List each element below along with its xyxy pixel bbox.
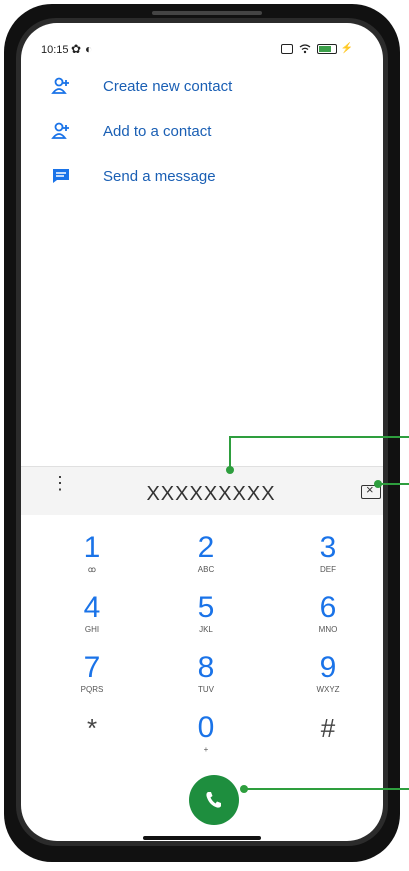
key-letters: + — [203, 745, 209, 754]
key-letters: TUV — [198, 685, 214, 694]
key-digit: * — [86, 713, 98, 743]
dialed-number[interactable]: XXXXXXXXX — [111, 483, 311, 506]
gesture-navigation-bar[interactable] — [143, 836, 261, 840]
add-person-icon — [51, 77, 69, 94]
overflow-menu-icon[interactable]: ⋮ — [51, 474, 69, 492]
key-2[interactable]: 2 ABC — [176, 533, 236, 575]
callout-line-number-horizontal — [229, 436, 409, 438]
key-5[interactable]: 5 JKL — [176, 593, 236, 635]
key-9[interactable]: 9 WXYZ — [298, 653, 358, 695]
key-digit: 9 — [319, 651, 337, 684]
callout-line-call — [243, 788, 409, 790]
key-digit: 4 — [83, 591, 101, 624]
screen: 10:15 ✿ ◐ ⚡ Create new contact Add to a … — [21, 23, 383, 841]
key-letters: DEF — [320, 565, 336, 574]
suggested-actions: Create new contact Add to a contact Send… — [21, 68, 383, 203]
callout-dot-number — [226, 466, 234, 474]
add-person-icon — [51, 122, 69, 139]
callout-line-number-vertical — [229, 436, 231, 469]
send-message-action[interactable]: Send a message — [21, 158, 383, 203]
action-label: Send a message — [103, 168, 216, 185]
key-digit: 8 — [197, 651, 215, 684]
key-digit: 1 — [83, 531, 101, 564]
key-digit: 0 — [197, 711, 215, 744]
key-star[interactable]: * — [62, 713, 122, 743]
wifi-icon — [299, 43, 310, 53]
key-digit: 2 — [197, 531, 215, 564]
key-3[interactable]: 3 DEF — [298, 533, 358, 575]
key-digit: 7 — [83, 651, 101, 684]
key-digit: # — [320, 713, 336, 743]
speaker-grille — [152, 11, 262, 15]
key-letters: GHI — [84, 625, 100, 634]
key-digit: 5 — [197, 591, 215, 624]
callout-dot-backspace — [374, 480, 382, 488]
key-7[interactable]: 7 PQRS — [62, 653, 122, 695]
key-letters: JKL — [199, 625, 213, 634]
status-bar: 10:15 ✿ ◐ ⚡ — [21, 23, 383, 56]
key-digit: 6 — [319, 591, 337, 624]
action-label: Create new contact — [103, 78, 233, 95]
settings-icon: ✿ — [71, 42, 82, 56]
create-new-contact-action[interactable]: Create new contact — [21, 68, 383, 113]
key-6[interactable]: 6 MNO — [298, 593, 358, 635]
status-time: 10:15 — [41, 44, 69, 56]
call-button[interactable] — [189, 775, 239, 825]
key-letters: ABC — [197, 565, 215, 574]
key-4[interactable]: 4 GHI — [62, 593, 122, 635]
phone-frame: 10:15 ✿ ◐ ⚡ Create new contact Add to a … — [4, 4, 400, 862]
callout-dot-call — [240, 785, 248, 793]
charging-icon: ⚡ — [340, 43, 353, 54]
key-letters: MNO — [318, 625, 338, 634]
battery-icon — [316, 43, 337, 54]
message-icon — [53, 169, 69, 183]
app-notification-icon: ◐ — [85, 42, 93, 56]
key-letters: WXYZ — [316, 685, 340, 694]
voicemail-icon: ꝏ — [87, 565, 97, 574]
vibrate-icon — [280, 43, 293, 54]
key-1[interactable]: 1 ꝏ — [62, 533, 122, 575]
phone-icon — [206, 792, 221, 808]
key-letters: PQRS — [80, 685, 104, 694]
key-hash[interactable]: # — [298, 713, 358, 743]
key-digit: 3 — [319, 531, 337, 564]
key-8[interactable]: 8 TUV — [176, 653, 236, 695]
add-to-contact-action[interactable]: Add to a contact — [21, 113, 383, 158]
action-label: Add to a contact — [103, 123, 212, 140]
key-0[interactable]: 0 + — [176, 713, 236, 755]
status-icons: ⚡ — [280, 43, 353, 54]
